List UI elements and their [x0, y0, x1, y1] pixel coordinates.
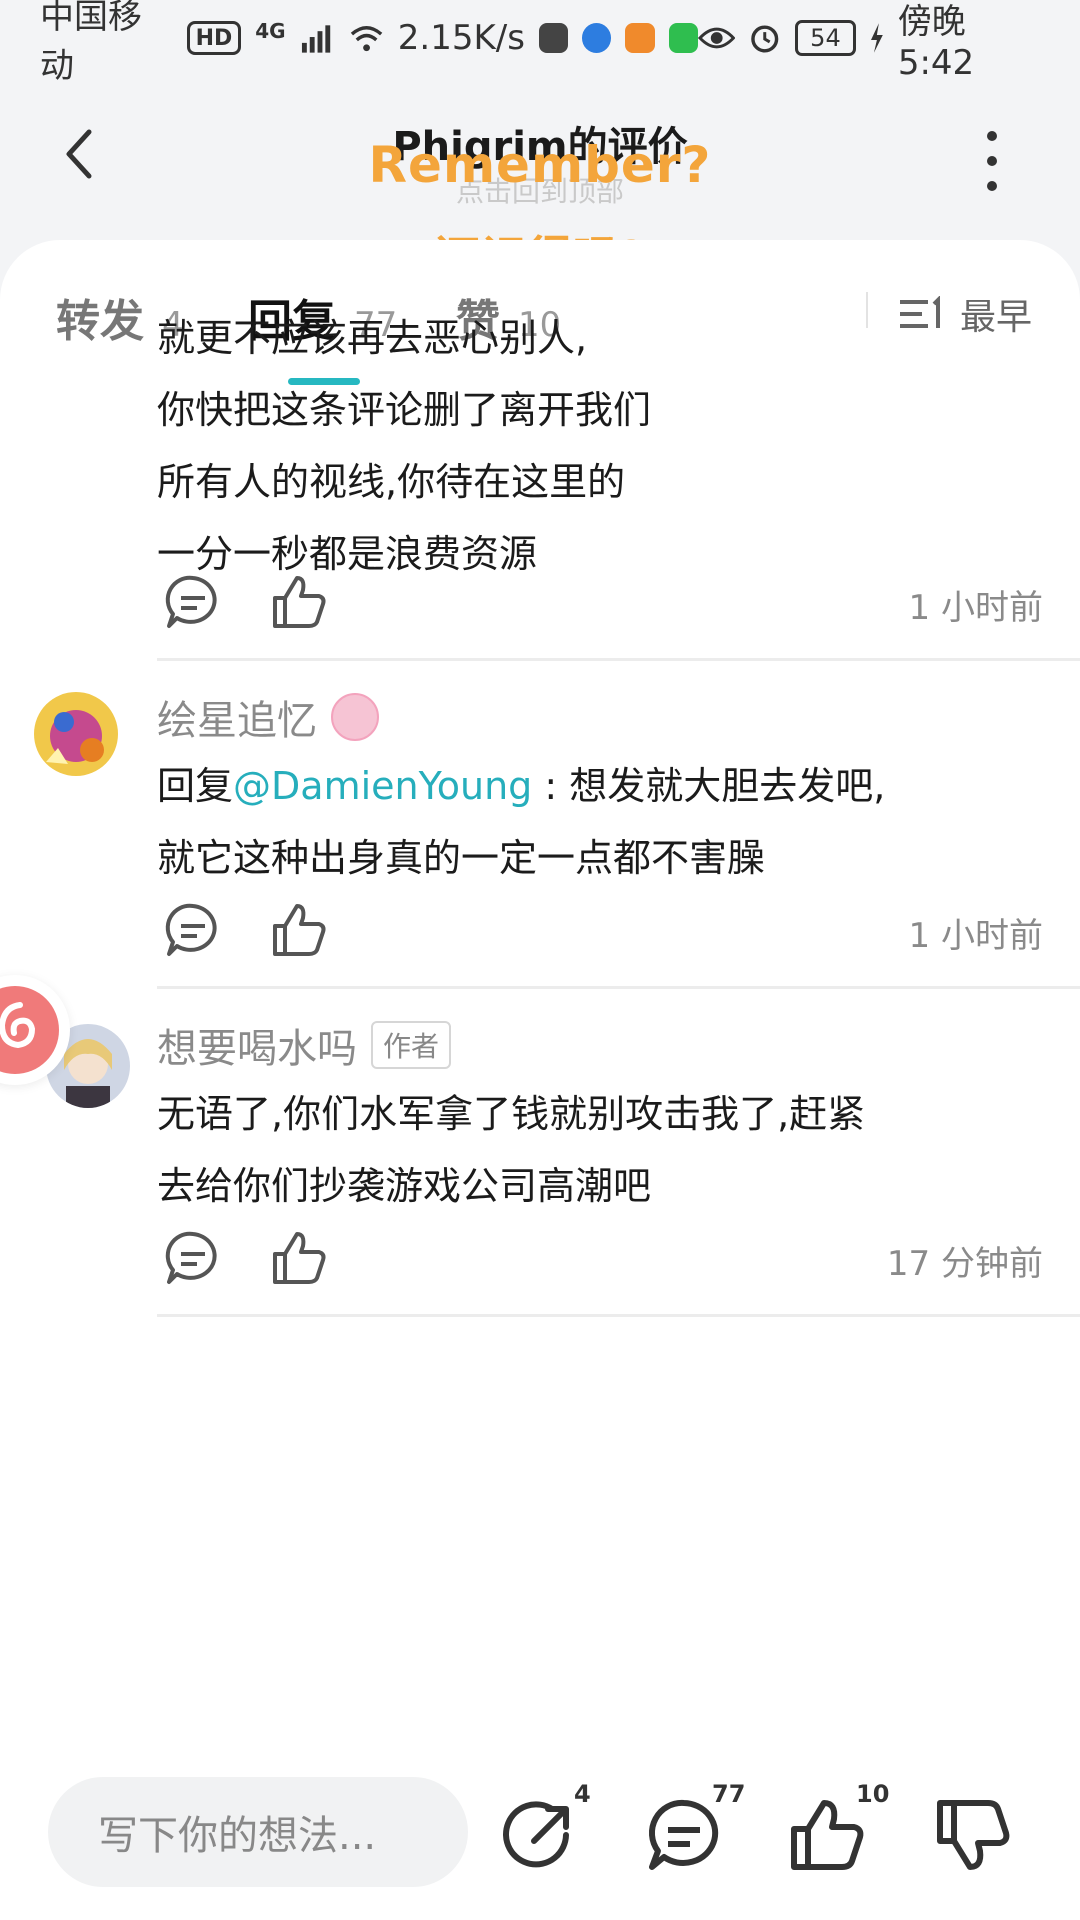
mention-link[interactable]: @DamienYoung — [233, 764, 532, 808]
comment-2-line-1: 回复@DamienYoung : 想发就大胆去发吧, — [157, 750, 885, 822]
wifi-icon — [350, 26, 382, 52]
overlay-caption-english: Remember? — [368, 136, 712, 194]
like-icon[interactable] — [269, 572, 329, 632]
comment-1-actions: 1 小时前 — [163, 572, 1043, 632]
network-label: 4G — [255, 19, 286, 43]
comment-3-username-row: 想要喝水吗 作者 — [157, 1016, 452, 1074]
divider — [157, 658, 1080, 661]
browser-app-icon — [582, 23, 612, 53]
share-icon[interactable] — [500, 1795, 580, 1875]
carrier-label: 中国移动 — [40, 0, 142, 86]
comment-2-body: 回复@DamienYoung : 想发就大胆去发吧, 就它这种出身真的一定一点都… — [157, 750, 885, 894]
alarm-icon — [751, 25, 779, 53]
avatar[interactable] — [34, 692, 118, 776]
comment-1-line: 就更不应该再去恶心别人, — [157, 316, 588, 360]
comment-count: 77 — [712, 1780, 746, 1808]
user-badge-icon — [331, 693, 379, 741]
divider — [157, 1314, 1080, 1317]
like-icon[interactable] — [269, 900, 329, 960]
reply-icon[interactable] — [163, 1228, 223, 1288]
comment-2-actions: 1 小时前 — [163, 900, 1043, 960]
sort-toggle[interactable]: 最早 — [900, 288, 1032, 340]
battery-indicator: 54 — [794, 20, 857, 56]
comment-1-time: 1 小时前 — [908, 588, 1043, 628]
huawei-app-icon — [538, 23, 569, 53]
clock: 傍晚5:42 — [897, 1, 975, 83]
username[interactable]: 想要喝水吗 — [157, 1016, 357, 1074]
bottom-bar: 写下你的想法... 4 77 10 — [0, 1745, 1080, 1920]
comment-2-line-2: 就它这种出身真的一定一点都不害臊 — [157, 836, 766, 880]
header: Phigrim的评价 点击回到顶部 Remember? 还记得吗? — [0, 76, 1080, 285]
comment-3-time: 17 分钟前 — [886, 1244, 1043, 1284]
comment-2-text: : 想发就大胆去发吧, — [532, 764, 886, 808]
like-icon[interactable] — [269, 1228, 329, 1288]
music-app-icon — [0, 986, 59, 1074]
status-right: 54 傍晚5:42 — [697, 0, 1040, 83]
comment-1-line: 所有人的视线,你待在这里的 — [157, 460, 626, 504]
comment-input[interactable]: 写下你的想法... — [48, 1777, 468, 1887]
signal-icon — [301, 25, 330, 53]
status-left: 中国移动 HD 4G 2.15K/s — [40, 0, 698, 87]
comment-3-line-1: 无语了,你们水军拿了钱就别攻击我了,赶紧 — [157, 1092, 866, 1136]
sort-label: 最早 — [960, 297, 1033, 338]
comment-3-actions: 17 分钟前 — [163, 1228, 1043, 1288]
eye-icon — [697, 27, 736, 49]
comment-2-username-row: 绘星追忆 — [157, 688, 379, 746]
sort-order-icon — [900, 296, 940, 328]
like-count: 10 — [856, 1780, 890, 1808]
dislike-icon[interactable] — [934, 1795, 1014, 1875]
status-bar: 中国移动 HD 4G 2.15K/s 54 傍晚5:42 — [0, 0, 1080, 86]
charging-icon — [871, 23, 883, 53]
tab-forward-label: 转发 — [56, 296, 144, 347]
net-speed: 2.15K/s — [397, 18, 525, 58]
sort-divider — [866, 292, 868, 328]
reply-prefix: 回复 — [157, 764, 234, 808]
floating-app-button[interactable] — [0, 975, 70, 1085]
share-count: 4 — [574, 1780, 591, 1808]
author-tag: 作者 — [371, 1021, 452, 1069]
message-app-icon — [668, 23, 698, 53]
content-card: 转发 4 回复 77 赞 10 最早 就更不应该再去恶心别人, 你快把这条评论删了离开… — [0, 240, 1080, 1745]
hd-badge: HD — [186, 21, 242, 55]
video-app-icon — [625, 23, 655, 53]
more-options-icon[interactable] — [972, 126, 1012, 196]
comment-1-body: 就更不应该再去恶心别人, 你快把这条评论删了离开我们 所有人的视线,你待在这里的… — [157, 302, 651, 590]
reply-icon[interactable] — [163, 572, 223, 632]
comment-3-line-2: 去给你们抄袭游戏公司高潮吧 — [157, 1164, 652, 1208]
username[interactable]: 绘星追忆 — [157, 688, 317, 746]
comment-2-time: 1 小时前 — [908, 916, 1043, 956]
divider — [157, 986, 1080, 989]
comment-3-body: 无语了,你们水军拿了钱就别攻击我了,赶紧 去给你们抄袭游戏公司高潮吧 — [157, 1078, 865, 1222]
comment-1-line: 你快把这条评论删了离开我们 — [157, 388, 652, 432]
reply-icon[interactable] — [163, 900, 223, 960]
